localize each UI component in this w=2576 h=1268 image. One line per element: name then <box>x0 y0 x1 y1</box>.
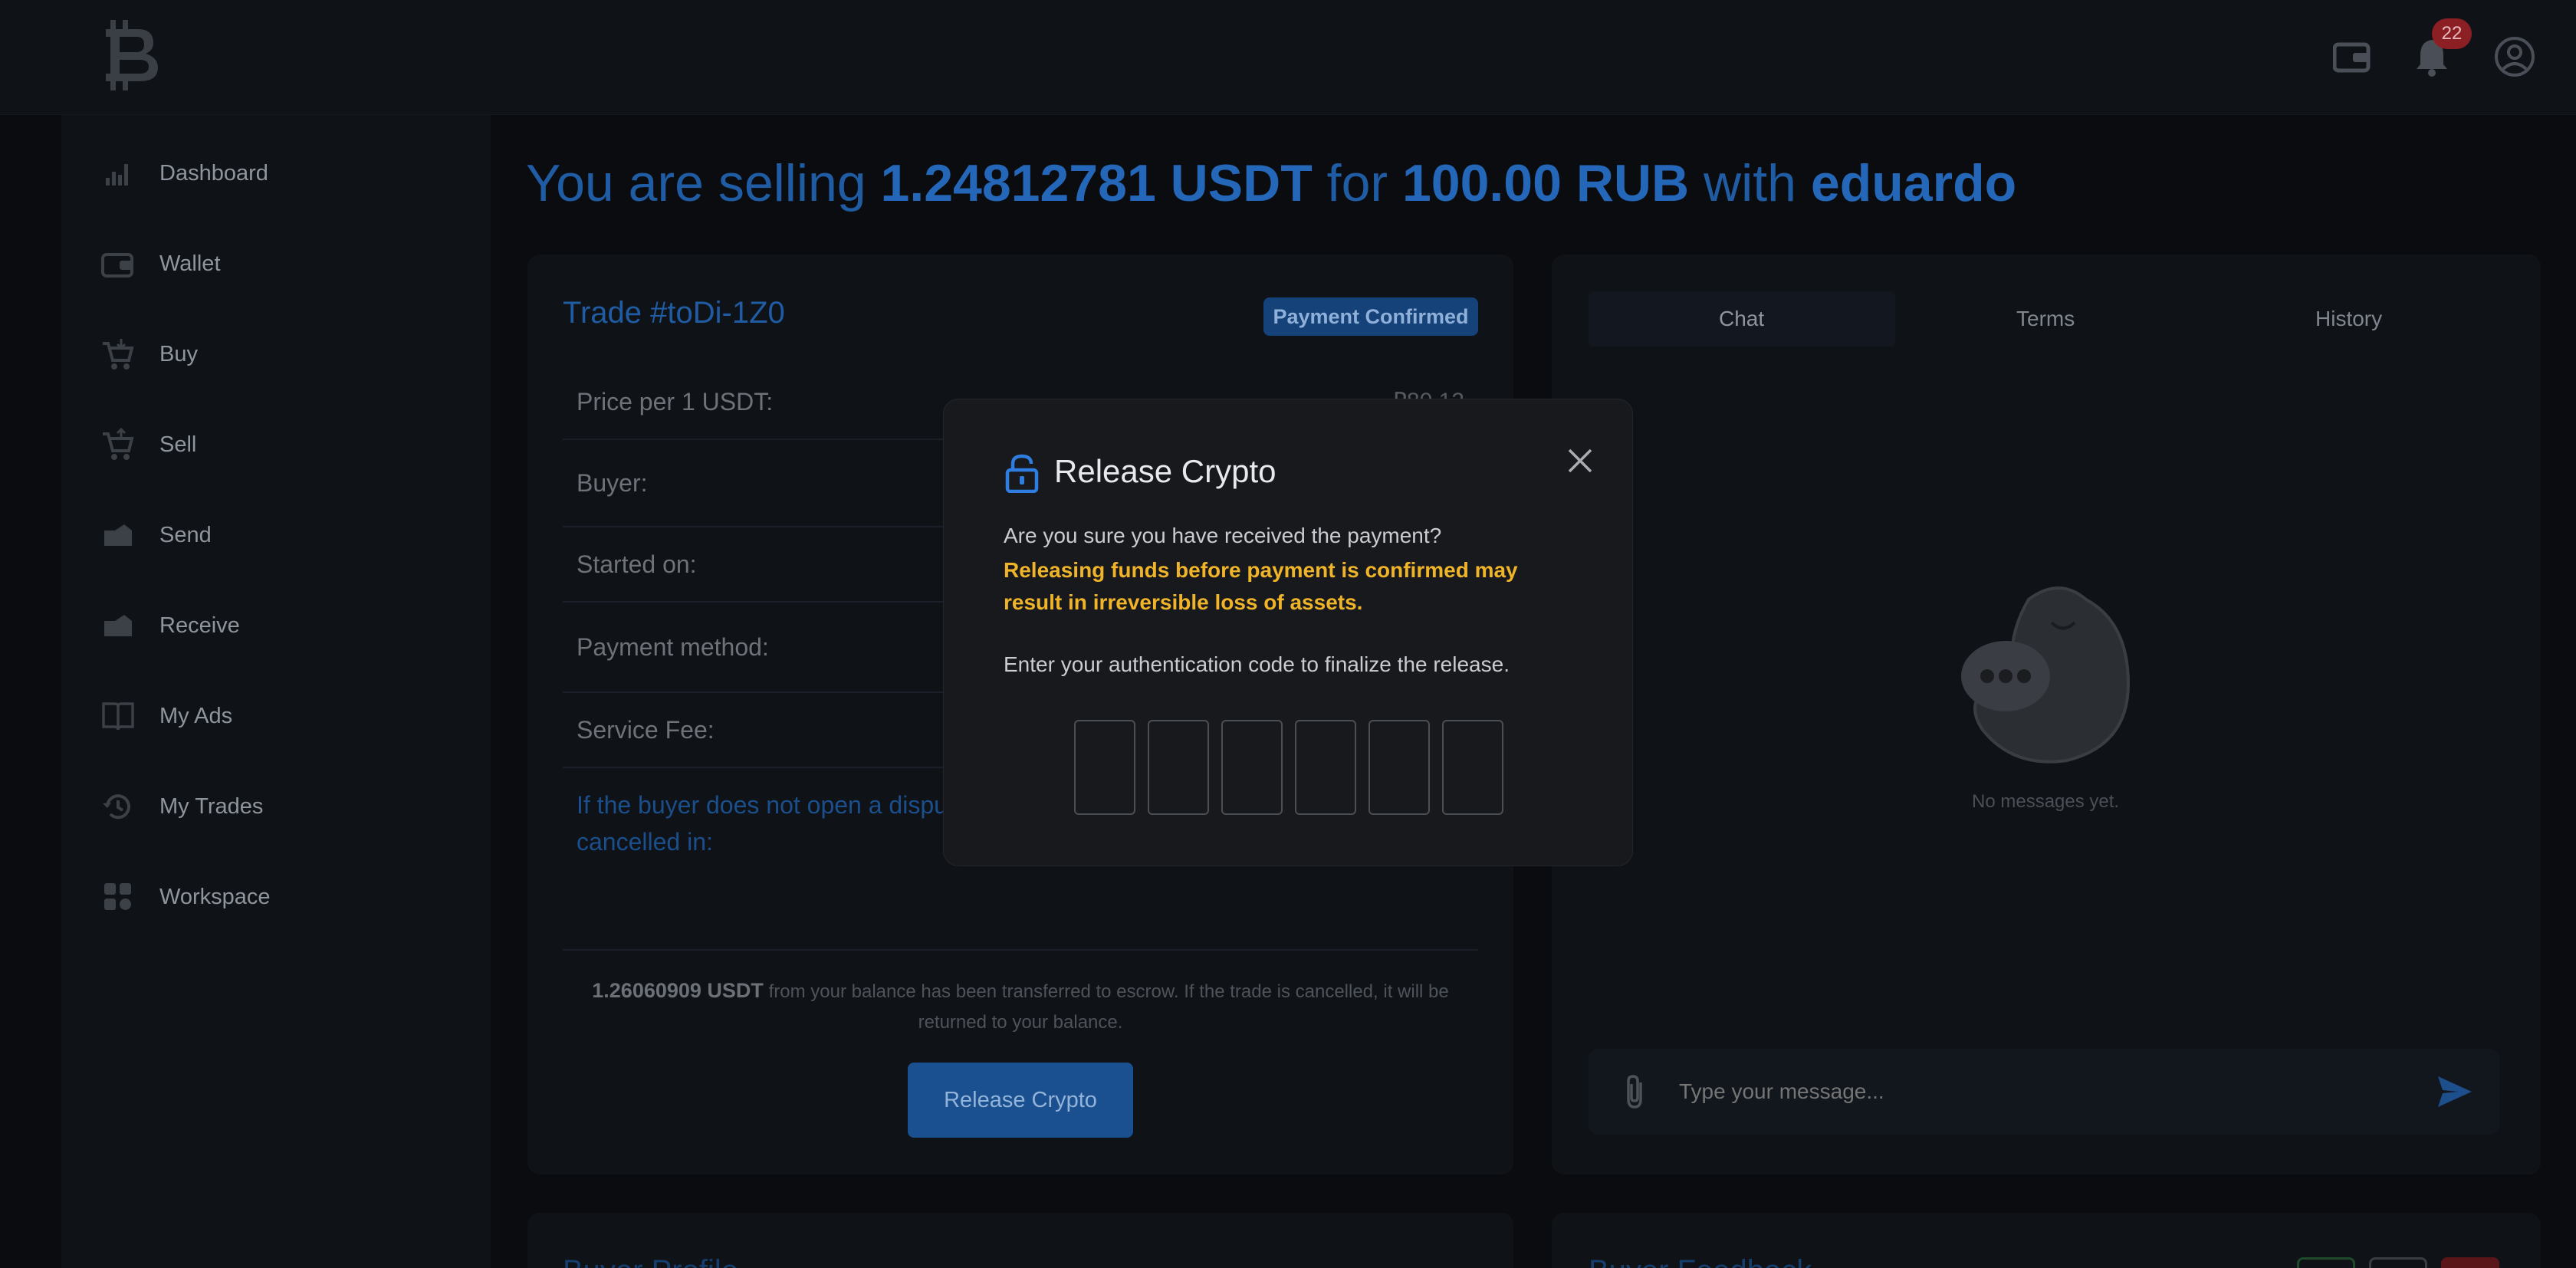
modal-question: Are you sure you have received the payme… <box>1004 524 1442 547</box>
close-icon[interactable] <box>1557 438 1603 484</box>
auth-code-digit-5[interactable] <box>1368 720 1430 815</box>
lock-icon <box>1004 453 1040 494</box>
auth-code-digit-4[interactable] <box>1295 720 1356 815</box>
modal-warning: Releasing funds before payment is confir… <box>1004 558 1518 614</box>
release-crypto-modal: Release Crypto Are you sure you have rec… <box>943 399 1633 866</box>
auth-code-digit-1[interactable] <box>1074 720 1135 815</box>
auth-code-digit-3[interactable] <box>1221 720 1283 815</box>
auth-code-digit-6[interactable] <box>1442 720 1503 815</box>
auth-code-digit-2[interactable] <box>1148 720 1209 815</box>
modal-title: Release Crypto <box>1054 453 1276 489</box>
modal-instruction: Enter your authentication code to finali… <box>1004 652 1510 676</box>
